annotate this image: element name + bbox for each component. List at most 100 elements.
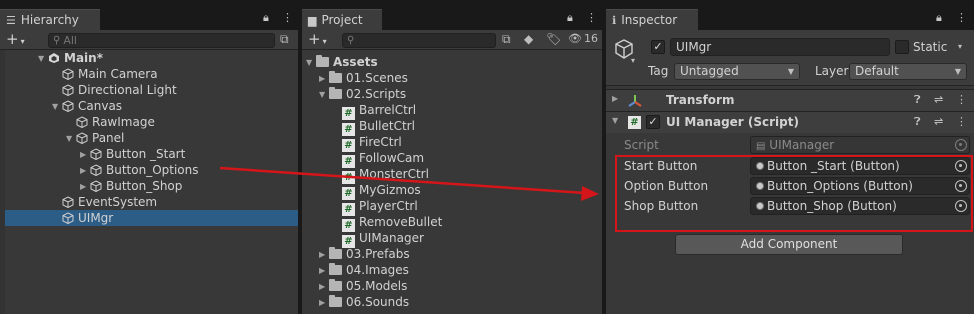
chevron-down-icon[interactable]: ▼ xyxy=(612,116,622,125)
chevron-down-icon[interactable]: ▼ xyxy=(306,55,316,71)
chevron-down-icon[interactable]: ▼ xyxy=(319,87,329,103)
project-tabbar: ▆ Project 🔒︎ ⋮ xyxy=(302,0,602,30)
project-row-label: Assets xyxy=(333,55,378,69)
project-folder-row[interactable]: ▶ 03.Prefabs xyxy=(302,246,410,262)
hierarchy-row[interactable]: Directional Light xyxy=(0,82,298,98)
chevron-right-icon[interactable]: ▶ xyxy=(319,247,329,263)
preset-icon[interactable]: ⇌ xyxy=(934,115,943,128)
hierarchy-row-label: Main Camera xyxy=(78,67,158,81)
project-panel: ▆ Project 🔒︎ ⋮ + ▾ ⚲ ⧉ ◆ 🏷︎ 👁︎ 16 ▼ Assets… xyxy=(302,0,602,314)
chevron-down-icon: ▼ xyxy=(787,67,794,76)
project-folder-row[interactable]: ▼ Assets xyxy=(302,54,378,70)
component-enabled-checkbox[interactable]: ✓ xyxy=(646,115,660,129)
more-options-icon[interactable]: ⋮ xyxy=(282,11,293,24)
hierarchy-row[interactable]: UIMgr xyxy=(5,210,298,226)
add-component-button[interactable]: Add Component xyxy=(675,234,903,255)
folder-open-icon xyxy=(329,87,342,99)
project-folder-row[interactable]: ▶ 06.Sounds xyxy=(302,294,409,310)
help-icon[interactable]: ❓︎ xyxy=(914,115,921,129)
chevron-right-icon[interactable]: ▶ xyxy=(319,279,329,295)
lock-icon[interactable]: 🔒︎ xyxy=(567,11,573,25)
hierarchy-search[interactable]: ⚲ xyxy=(48,33,275,48)
project-script-row[interactable]: # PlayerCtrl xyxy=(302,198,418,216)
hierarchy-row[interactable]: ▶ Button_Options xyxy=(0,162,298,178)
script-component-header[interactable]: ▼ # ✓ UI Manager (Script) ❓︎ ⇌ ⋮ xyxy=(606,111,974,133)
project-folder-row[interactable]: ▶ 04.Images xyxy=(302,262,409,278)
layer-dropdown[interactable]: Default ▼ xyxy=(849,63,967,80)
lock-icon[interactable]: 🔒︎ xyxy=(936,11,942,25)
more-options-icon[interactable]: ⋮ xyxy=(956,115,967,128)
hierarchy-row-label: EventSystem xyxy=(78,195,158,209)
help-icon[interactable]: ❓︎ xyxy=(914,93,921,107)
chevron-right-icon[interactable]: ▶ xyxy=(319,71,329,87)
chevron-down-icon[interactable]: ▼ xyxy=(52,99,62,115)
project-folder-row[interactable]: ▶ 01.Scenes xyxy=(302,70,408,86)
project-search[interactable]: ⚲ xyxy=(342,33,496,48)
inspector-tabbar: ℹ Inspector 🔒︎ ⋮ xyxy=(606,0,974,30)
script-object-field: ▤ UIManager xyxy=(750,136,970,154)
hierarchy-row[interactable]: EventSystem xyxy=(0,194,298,210)
static-checkbox[interactable] xyxy=(895,40,909,54)
transform-component-header[interactable]: ▶ Transform ❓︎ ⇌ ⋮ xyxy=(606,89,974,111)
chevron-down-icon[interactable]: ▼ xyxy=(38,51,48,67)
more-options-icon[interactable]: ⋮ xyxy=(956,11,967,24)
chevron-right-icon[interactable]: ▶ xyxy=(80,179,90,195)
project-script-row[interactable]: # MyGizmos xyxy=(302,182,421,200)
project-folder-row[interactable]: ▶ 05.Models xyxy=(302,278,407,294)
cube-icon xyxy=(62,68,74,80)
tab-hierarchy-label: Hierarchy xyxy=(20,13,79,27)
filter-by-label-icon[interactable]: 🏷︎ xyxy=(546,32,561,46)
chevron-right-icon[interactable]: ▶ xyxy=(319,295,329,311)
project-folder-row[interactable]: ▼ 02.Scripts xyxy=(302,86,406,102)
static-dropdown-icon[interactable]: ▾ xyxy=(958,42,962,51)
project-script-row[interactable]: # FollowCam xyxy=(302,150,424,168)
folder-icon xyxy=(329,247,342,259)
more-options-icon[interactable]: ⋮ xyxy=(586,11,597,24)
cube-icon xyxy=(62,100,74,112)
hierarchy-search-input[interactable] xyxy=(63,34,274,47)
project-script-row[interactable]: # FireCtrl xyxy=(302,134,402,152)
search-by-type-icon[interactable]: ⧉ xyxy=(502,32,511,47)
project-script-row[interactable]: # RemoveBullet xyxy=(302,214,442,232)
hierarchy-row[interactable]: ▶ Button_Shop xyxy=(0,178,298,194)
tab-inspector[interactable]: ℹ Inspector xyxy=(606,9,698,30)
preset-icon[interactable]: ⇌ xyxy=(934,93,943,106)
hierarchy-row[interactable]: Main Camera xyxy=(0,66,298,82)
hierarchy-row[interactable]: ▼ Canvas xyxy=(0,98,298,114)
active-checkbox[interactable]: ✓ xyxy=(651,40,665,54)
hierarchy-row[interactable]: ▼ Panel xyxy=(0,130,298,146)
chevron-down-icon[interactable]: ▼ xyxy=(66,131,76,147)
hierarchy-list-icon: ☰ xyxy=(6,13,16,27)
script-file-icon: ▤ xyxy=(756,141,766,152)
project-script-row[interactable]: # UIManager xyxy=(302,230,424,248)
chevron-down-icon[interactable]: ▾ xyxy=(631,56,635,65)
project-script-row[interactable]: # MonsterCtrl xyxy=(302,166,429,184)
cube-icon xyxy=(90,148,102,160)
create-add-button[interactable]: + ▾ xyxy=(6,31,25,50)
project-script-row[interactable]: # BulletCtrl xyxy=(302,118,415,136)
object-name-field[interactable]: UIMgr xyxy=(670,38,890,56)
folder-icon xyxy=(329,71,342,83)
hidden-packages-icon[interactable]: 👁︎ xyxy=(568,32,582,45)
chevron-right-icon[interactable]: ▶ xyxy=(80,163,90,179)
project-script-row[interactable]: # BarrelCtrl xyxy=(302,102,416,120)
create-asset-button[interactable]: + ▾ xyxy=(308,31,327,50)
more-options-icon[interactable]: ⋮ xyxy=(956,93,967,106)
hierarchy-row-label: Button_Options xyxy=(106,163,199,177)
cube-icon xyxy=(90,180,102,192)
chevron-right-icon[interactable]: ▶ xyxy=(319,263,329,279)
cube-icon xyxy=(76,132,88,144)
hierarchy-row[interactable]: ▼ Main* xyxy=(0,50,298,66)
tag-dropdown[interactable]: Untagged ▼ xyxy=(674,63,800,80)
tab-project[interactable]: ▆ Project xyxy=(302,9,382,30)
hierarchy-row[interactable]: RawImage xyxy=(0,114,298,130)
project-row-label: 06.Sounds xyxy=(346,295,410,309)
hierarchy-row[interactable]: ▶ Button _Start xyxy=(0,146,298,162)
chevron-right-icon[interactable]: ▶ xyxy=(80,147,90,163)
tab-hierarchy[interactable]: ☰ Hierarchy xyxy=(0,9,100,30)
folder-tab-icon: ▆ xyxy=(308,13,317,27)
chevron-right-icon[interactable]: ▶ xyxy=(612,94,622,103)
scene-visibility-icon[interactable]: ⧉ xyxy=(280,32,289,47)
lock-icon[interactable]: 🔒︎ xyxy=(263,11,269,25)
filter-by-type-icon[interactable]: ◆ xyxy=(524,32,533,46)
